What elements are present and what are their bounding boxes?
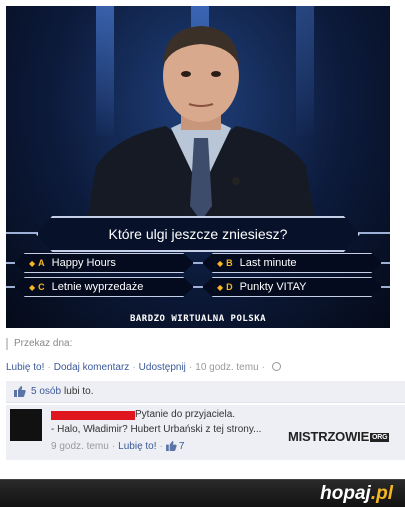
share-label: Przekaz dna:	[6, 338, 72, 350]
globe-icon	[271, 362, 281, 371]
add-comment-link[interactable]: Dodaj komentarz	[54, 362, 130, 373]
diamond-icon: ◆	[217, 258, 224, 268]
comment: Pytanie do przyjaciela. - Halo, Władimir…	[6, 405, 405, 460]
diamond-icon: ◆	[29, 282, 36, 292]
meme-caption: BARDZO WIRTUALNA POLSKA	[129, 314, 267, 324]
hopaj-logo[interactable]: hopaj.pl	[320, 483, 393, 505]
host-portrait	[86, 26, 316, 226]
comment-text-line1: Pytanie do przyjaciela.	[135, 409, 236, 420]
answer-text: Last minute	[239, 257, 297, 269]
comment-meta: 9 godz. temu · Lubię to! · 7	[51, 441, 185, 452]
post-actions: Lubię to! · Dodaj komentarz · Udostępnij · 10 …	[6, 362, 281, 373]
redacted-author-name	[51, 411, 135, 420]
watermark-name: MISTRZOWIE	[288, 429, 370, 444]
share-link[interactable]: Udostępnij	[139, 362, 186, 373]
answer-c: ◆ C Letnie wyprzedaże	[14, 277, 194, 297]
diamond-icon: ◆	[217, 282, 224, 292]
answer-letter: A	[38, 258, 45, 268]
comment-timestamp: 9 godz. temu	[51, 441, 109, 452]
answer-letter: B	[226, 258, 233, 268]
likes-summary: 5 osób lubi to.	[6, 381, 405, 403]
answer-letter: D	[226, 282, 233, 292]
comment-like-link[interactable]: Lubię to!	[118, 441, 156, 452]
thumbs-up-icon	[165, 441, 177, 451]
answer-a: ◆ A Happy Hours	[14, 253, 194, 273]
watermark-org: ORG	[370, 433, 390, 442]
likes-suffix: lubi to.	[64, 386, 94, 397]
answer-text: Letnie wyprzedaże	[51, 281, 144, 293]
meme-image: Które ulgi jeszcze zniesiesz? ◆ A Happy …	[6, 6, 390, 328]
comment-like-count[interactable]: 7	[179, 441, 185, 452]
logo-tld: .pl	[370, 483, 393, 504]
site-footer: hopaj.pl	[0, 479, 405, 507]
answer-d: ◆ D Punkty VITAY	[202, 277, 382, 297]
answer-text: Punkty VITAY	[239, 281, 307, 293]
like-link[interactable]: Lubię to!	[6, 362, 44, 373]
likes-count-link[interactable]: 5 osób	[31, 386, 61, 397]
logo-main: hopaj	[320, 483, 371, 504]
question-box: Które ulgi jeszcze zniesiesz?	[36, 216, 360, 252]
mistrzowie-watermark: MISTRZOWIE ORG	[288, 429, 390, 444]
comment-text-line2: - Halo, Władimir? Hubert Urbański z tej …	[51, 424, 262, 435]
answer-letter: C	[38, 282, 45, 292]
answer-b: ◆ B Last minute	[202, 253, 382, 273]
thumbs-up-icon	[14, 386, 26, 397]
avatar[interactable]	[10, 409, 42, 441]
question-text: Które ulgi jeszcze zniesiesz?	[108, 226, 288, 242]
post-timestamp: 10 godz. temu	[195, 362, 259, 373]
diamond-icon: ◆	[29, 258, 36, 268]
answer-text: Happy Hours	[51, 257, 116, 269]
